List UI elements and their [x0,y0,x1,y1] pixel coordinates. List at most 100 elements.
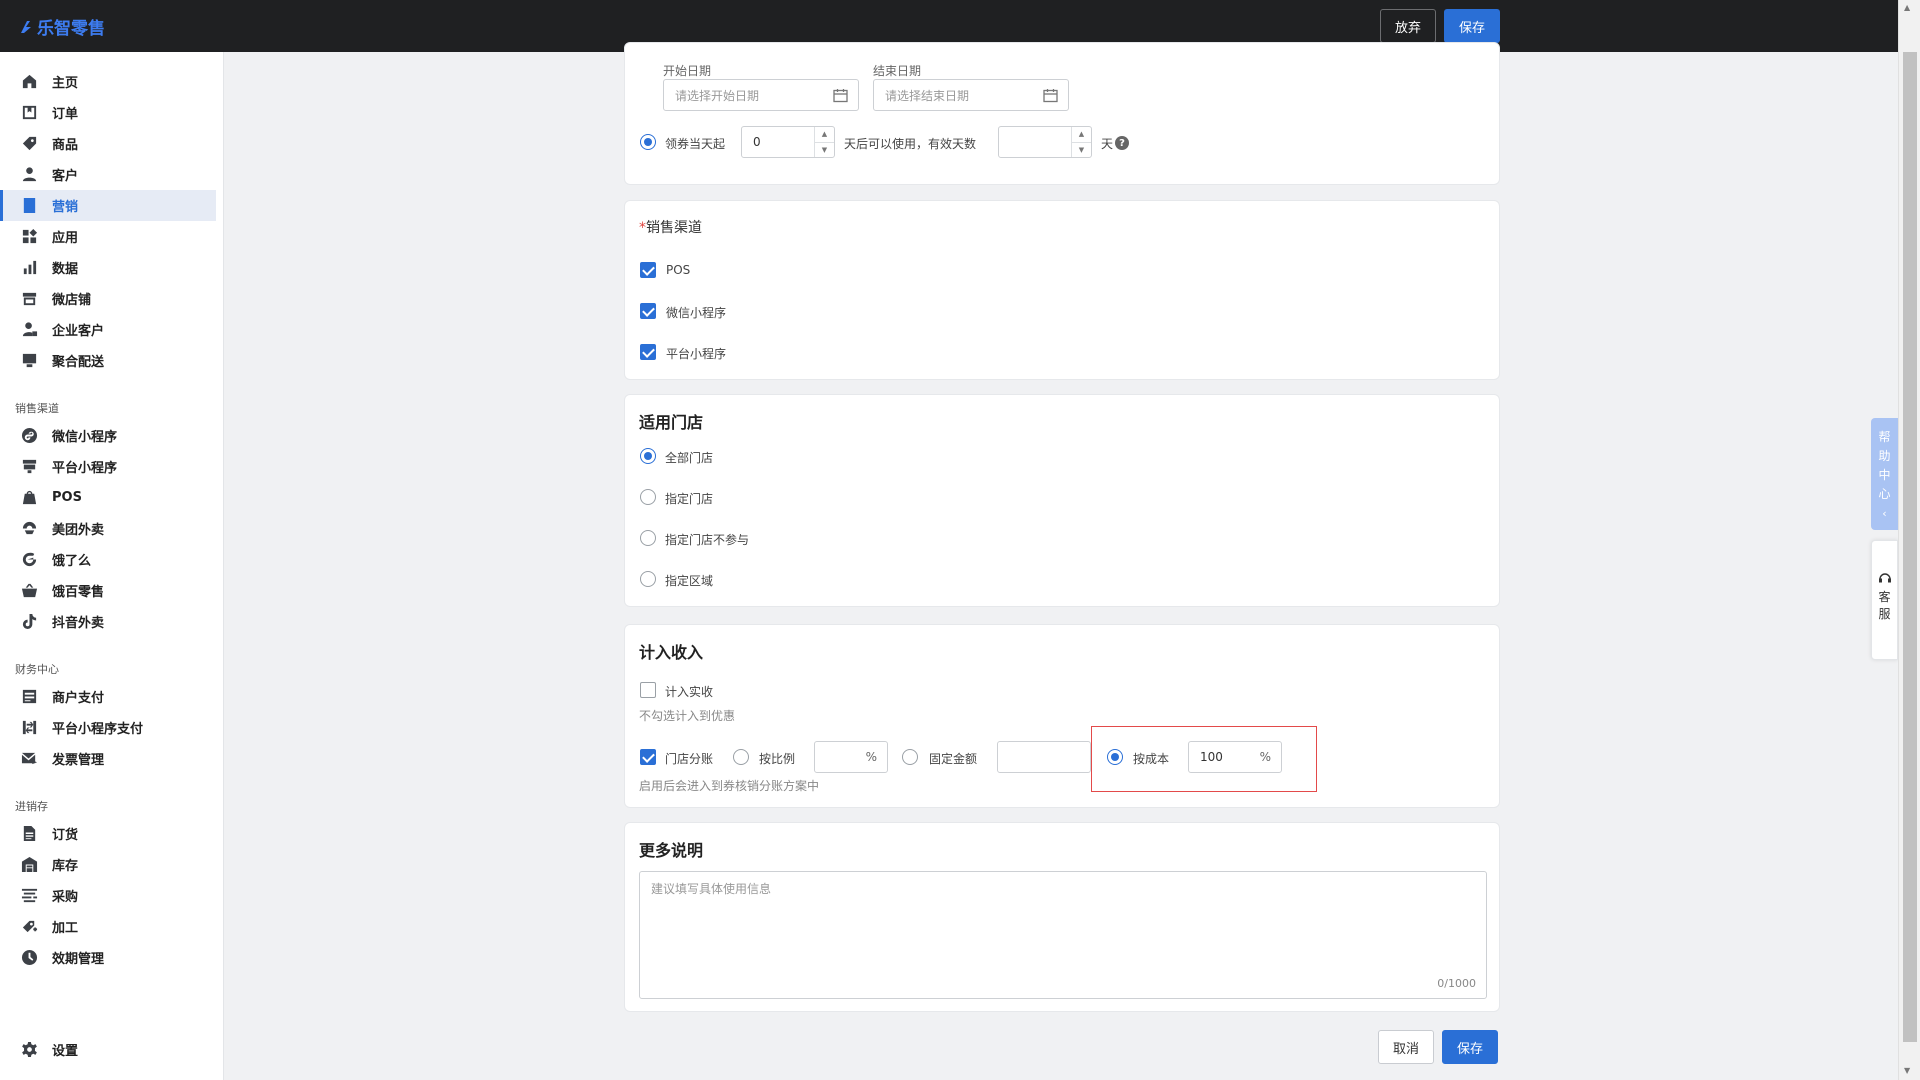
sidebar-item-label: 饿了么 [52,554,92,569]
sidebar-item-apps[interactable]: 应用 [0,221,216,252]
channels-title-text: 销售渠道 [646,220,702,236]
logo[interactable]: 乐智零售 [18,14,105,39]
store-option-specified-radio[interactable] [640,489,656,505]
sidebar-item-eleme[interactable]: 饿了么 [0,544,216,575]
fixed-amount-radio[interactable] [902,749,918,765]
sidebar-item-customers[interactable]: 客户 [0,159,216,190]
help-center-char: 助 [1878,449,1891,463]
sidebar-item-label: 微信小程序 [52,430,118,445]
sidebar-item-home[interactable]: 主页 [0,66,216,97]
sidebar-item-meituan[interactable]: 美团外卖 [0,513,216,544]
channel-platform-mini-checkbox[interactable] [640,344,656,360]
sidebar-item-douyin[interactable]: 抖音外卖 [0,606,216,637]
stepper-up-icon[interactable]: ▲ [1072,127,1091,143]
apps-icon [20,228,38,246]
service-char: 客 [1878,590,1891,604]
sidebar-item-products[interactable]: 商品 [0,128,216,159]
sidebar-item-label: 抖音外卖 [52,616,105,631]
sidebar-item-stock[interactable]: 库存 [0,849,216,880]
store-icon [20,290,38,308]
stepper-up-icon[interactable]: ▲ [815,127,834,143]
purchase-icon [20,887,38,905]
customer-service-tab[interactable]: 客 服 [1871,540,1898,660]
sidebar-item-merchant-pay[interactable]: 商户支付 [0,681,216,712]
from-day-value: 0 [753,135,761,149]
stores-title: 适用门店 [639,413,704,432]
page-scrollbar[interactable]: ▲ ▼ [1898,0,1920,1080]
sidebar-item-label: 饿百零售 [52,585,105,600]
start-date-input[interactable]: 请选择开始日期 [663,79,859,111]
store-option-excluded-label: 指定门店不参与 [665,533,750,547]
sidebar-item-settings[interactable]: 设置 [0,1034,209,1065]
top-save-button[interactable]: 保存 [1443,9,1500,43]
discard-button[interactable]: 放弃 [1379,9,1436,43]
sidebar-item-label: 平台小程序支付 [52,722,144,737]
document-icon [20,825,38,843]
valid-days-stepper[interactable]: ▲ ▼ [998,126,1092,158]
sidebar-item-label: 订货 [52,828,79,843]
count-actual-label: 计入实收 [665,685,714,699]
fixed-amount-input[interactable] [997,741,1091,773]
stepper-down-icon[interactable]: ▼ [1072,143,1091,158]
scroll-thumb[interactable] [1903,52,1917,1042]
end-date-input[interactable]: 请选择结束日期 [873,79,1069,111]
scroll-down-icon[interactable]: ▼ [1904,1066,1910,1075]
start-date-placeholder: 请选择开始日期 [675,88,760,103]
sidebar-item-platform-pay[interactable]: 平台小程序支付 [0,712,216,743]
from-day-radio[interactable] [640,134,656,150]
sidebar-item-ebai[interactable]: 饿百零售 [0,575,216,606]
user-icon [20,166,38,184]
calendar-icon[interactable] [833,88,848,103]
sidebar-item-label: 平台小程序 [52,461,118,476]
main-content: 开始日期 请选择开始日期 结束日期 请选择结束日期 领券当天起 0 ▲ ▼ 天后可… [224,42,1898,1080]
sidebar: 主页 订单 商品 客户 营销 应用 数据 微店铺 企业客户 聚合配送 销售渠道 … [0,52,224,1080]
sidebar-item-delivery[interactable]: 聚合配送 [0,345,216,376]
sidebar-item-orders[interactable]: 订单 [0,97,216,128]
store-option-all-radio[interactable] [640,448,656,464]
sidebar-item-ordering[interactable]: 订货 [0,818,216,849]
calendar-icon[interactable] [1043,88,1058,103]
store-option-all-label: 全部门店 [665,451,714,465]
count-actual-checkbox[interactable] [640,682,656,698]
stepper-arrows[interactable]: ▲ ▼ [814,127,834,157]
store-option-region-radio[interactable] [640,571,656,587]
help-center-tab[interactable]: 帮 助 中 心 ‹ [1871,418,1898,530]
store-option-excluded-radio[interactable] [640,530,656,546]
validity-card: 开始日期 请选择开始日期 结束日期 请选择结束日期 领券当天起 0 ▲ ▼ 天后可… [624,42,1500,185]
cancel-button[interactable]: 取消 [1378,1030,1435,1064]
sidebar-item-microstore[interactable]: 微店铺 [0,283,216,314]
help-center-char: 中 [1878,468,1891,482]
channel-wechat-mini-checkbox[interactable] [640,303,656,319]
channel-pos-checkbox[interactable] [640,262,656,278]
store-split-checkbox[interactable] [640,749,656,765]
sidebar-item-enterprise-customers[interactable]: 企业客户 [0,314,216,345]
help-question-icon[interactable]: ? [1115,136,1129,150]
stepper-down-icon[interactable]: ▼ [815,143,834,158]
scroll-up-icon[interactable]: ▲ [1904,3,1910,12]
ratio-input[interactable]: % [814,741,888,773]
sidebar-item-purchase[interactable]: 采购 [0,880,216,911]
help-center-char: 帮 [1878,430,1891,444]
order-icon [20,104,38,122]
ratio-percent-suffix: % [865,750,877,764]
cost-input[interactable]: 100 % [1188,741,1282,773]
sidebar-item-data[interactable]: 数据 [0,252,216,283]
sidebar-item-wechat-mini[interactable]: 微信小程序 [0,420,216,451]
cost-value: 100 [1200,750,1223,764]
notes-textarea[interactable]: 建议填写具体使用信息 0/1000 [639,871,1487,999]
sidebar-item-pos[interactable]: POS [0,482,216,513]
sidebar-item-expiry[interactable]: 效期管理 [0,942,216,973]
stepper-arrows[interactable]: ▲ ▼ [1071,127,1091,157]
by-cost-radio[interactable] [1107,749,1123,765]
sidebar-item-marketing[interactable]: 营销 [0,190,216,221]
sidebar-item-processing[interactable]: 加工 [0,911,216,942]
sidebar-item-platform-mini[interactable]: 平台小程序 [0,451,216,482]
by-ratio-radio[interactable] [733,749,749,765]
sidebar-item-invoice[interactable]: 发票管理 [0,743,216,774]
sidebar-item-label: 应用 [52,231,79,246]
from-day-stepper[interactable]: 0 ▲ ▼ [741,126,835,158]
sidebar-item-label: 美团外卖 [52,523,105,538]
footer-save-button[interactable]: 保存 [1442,1030,1499,1064]
basket-icon [20,582,38,600]
home-icon [20,73,38,91]
